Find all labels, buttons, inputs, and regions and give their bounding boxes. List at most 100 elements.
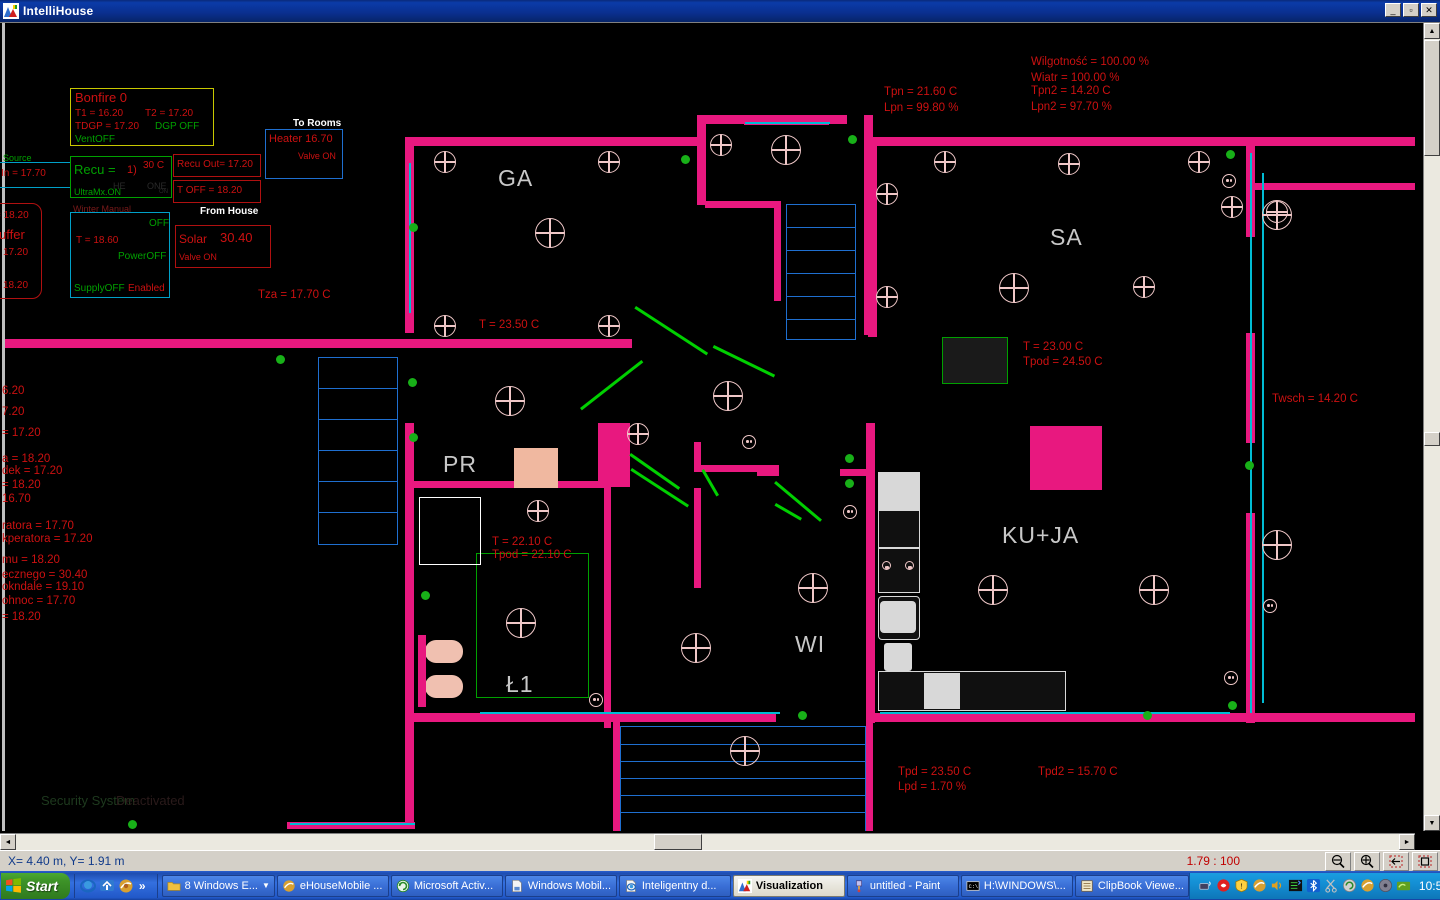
sensor-dot-4 — [276, 355, 285, 364]
task-label: Microsoft Activ... — [414, 880, 493, 892]
scroll-split-button[interactable] — [1424, 432, 1440, 446]
vertical-scroll-thumb[interactable] — [1424, 40, 1440, 156]
wall-pr-bottom — [414, 481, 604, 488]
bonfire-t2: T2 = 17.20 — [145, 108, 193, 119]
internet-explorer-icon[interactable] — [80, 878, 96, 894]
task-label: Inteligentny d... — [642, 880, 717, 892]
minimize-button[interactable]: _ — [1385, 3, 1401, 17]
lamp-right-4 — [1262, 530, 1292, 560]
task-button-windows-mobile[interactable]: Windows Mobil... — [505, 875, 617, 897]
chevron-down-icon[interactable]: ▼ — [262, 881, 270, 890]
ehouse-icon[interactable] — [1252, 878, 1267, 893]
to-rooms-caption: To Rooms — [293, 118, 341, 129]
scroll-left-button[interactable]: ◄ — [0, 834, 16, 850]
lamp-ga-3 — [434, 315, 456, 337]
task-button-visualization[interactable]: Visualization — [733, 875, 845, 897]
solar-valve: Valve ON — [179, 252, 217, 262]
horizontal-scrollbar[interactable]: ◄ ► — [0, 833, 1415, 850]
close-button[interactable]: ✕ — [1421, 3, 1437, 17]
task-button-clipbook-viewer[interactable]: ClipBook Viewe... — [1075, 875, 1189, 897]
task-label: untitled - Paint — [870, 880, 940, 892]
reading-wilgotnosc: Wilgotność = 100.00 % — [1031, 56, 1149, 68]
room-label-l1: Ł1 — [506, 671, 534, 698]
wall-bottom-right — [866, 713, 1415, 722]
bonfire-vent: VentOFF — [75, 134, 115, 145]
reading-l1-tpod: Tpod = 22.10 C — [492, 549, 572, 561]
system-clock[interactable]: 10:50 — [1419, 879, 1440, 893]
room-label-ga: GA — [498, 165, 533, 192]
ehouse2-icon[interactable] — [1360, 878, 1375, 893]
show-desktop-icon[interactable] — [99, 878, 115, 894]
lamp-pr-4 — [527, 500, 549, 522]
left-overflow-1: 7.20 — [2, 406, 24, 418]
panel-source[interactable]: In = 17.70 — [0, 162, 71, 188]
horizontal-scroll-thumb[interactable] — [654, 834, 702, 850]
wall-bottom-stairs-r — [866, 722, 873, 831]
lamp-bottom-1 — [730, 736, 760, 766]
title-bar[interactable]: IntelliHouse _ ▫ ✕ — [0, 0, 1440, 22]
task-button-console[interactable]: C:\ H:\WINDOWS\... — [961, 875, 1073, 897]
panel-recu[interactable]: Recu = 1) 30 C HE ONE UltraMx.ON ON — [70, 156, 172, 198]
wall-wi-right — [757, 469, 779, 476]
furniture-kitchen-2 — [878, 510, 920, 548]
disc-icon[interactable] — [1378, 878, 1393, 893]
task-button-ehousemobile[interactable]: eHouseMobile ... — [277, 875, 389, 897]
start-button[interactable]: Start — [1, 873, 70, 899]
task-button-paint[interactable]: untitled - Paint — [847, 875, 959, 897]
task-button-inteligentny-dom[interactable]: Inteligentny d... — [619, 875, 731, 897]
maximize-button[interactable]: ▫ — [1403, 3, 1419, 17]
sync-icon[interactable] — [1342, 878, 1357, 893]
task-button-activesync[interactable]: Microsoft Activ... — [391, 875, 503, 897]
ehouse-icon[interactable] — [118, 878, 134, 894]
bluetooth-icon[interactable] — [1306, 878, 1321, 893]
floorplan-canvas[interactable]: GA SA PR KU+JA WI Ł1 Tpn = 21.60 C Lpn =… — [0, 23, 1415, 831]
sensor-dot-11 — [798, 711, 807, 720]
recu-out-value: Recu Out= 17.20 — [177, 159, 253, 170]
sensor-dot-12 — [1143, 711, 1152, 720]
fit-width-button[interactable] — [1383, 852, 1409, 871]
reading-lpn2: Lpn2 = 97.70 % — [1031, 101, 1112, 113]
fit-page-button[interactable] — [1412, 852, 1438, 871]
scroll-down-button[interactable]: ▼ — [1424, 815, 1440, 831]
lamp-ku-2 — [1139, 575, 1169, 605]
door-swing-3 — [580, 360, 643, 410]
folder-icon — [167, 879, 181, 893]
network-icon[interactable] — [1198, 878, 1213, 893]
antivirus-icon[interactable] — [1216, 878, 1231, 893]
zoom-out-button[interactable] — [1325, 852, 1351, 871]
task-button-windows-explorer[interactable]: 8 Windows E... ▼ — [162, 875, 275, 897]
nvidia-icon[interactable] — [1396, 878, 1411, 893]
wall-right-top-stub — [1255, 183, 1415, 190]
lamp-sa-2 — [934, 151, 956, 173]
panel-buffer[interactable]: = 18.20 uffer 17.20 18.20 — [0, 203, 42, 299]
left-overflow-3: a = 18.20 — [2, 453, 50, 465]
quicklaunch-overflow[interactable]: » — [139, 879, 146, 893]
bluetooth-stack-icon[interactable] — [1288, 878, 1303, 893]
document-icon — [510, 879, 524, 893]
furniture-green-rect — [942, 337, 1008, 384]
scroll-up-button[interactable]: ▲ — [1424, 23, 1440, 39]
svg-text:C:\: C:\ — [969, 883, 978, 889]
reading-tpd2: Tpd2 = 15.70 C — [1038, 766, 1118, 778]
window-controls: _ ▫ ✕ — [1385, 3, 1437, 17]
lamp-ga-1 — [434, 151, 456, 173]
zoom-in-button[interactable] — [1354, 852, 1380, 871]
sensor-dot-3 — [1226, 150, 1235, 159]
vertical-scrollbar[interactable]: ▲ ▼ — [1423, 23, 1440, 831]
panel-heater[interactable]: Heater 16.70 Valve ON — [265, 129, 343, 179]
furniture-bath-1 — [425, 640, 463, 663]
shield-icon[interactable]: ! — [1234, 878, 1249, 893]
panel-solar[interactable]: Solar 30.40 Valve ON — [175, 225, 271, 268]
sensor-dot-14 — [128, 820, 137, 829]
panel-boiler[interactable]: OFF T = 18.60 PowerOFF SupplyOFF Enabled — [70, 212, 170, 298]
cyan-line-top — [745, 122, 830, 124]
left-overflow-7: ratora = 17.70 — [2, 520, 74, 532]
panel-toff[interactable]: T OFF = 18.20 — [173, 180, 261, 203]
snip-icon[interactable] — [1324, 878, 1339, 893]
panel-bonfire[interactable]: Bonfire 0 T1 = 16.20 T2 = 17.20 TDGP = 1… — [70, 88, 214, 146]
cyan-line-right2 — [1262, 173, 1264, 703]
scroll-right-button[interactable]: ► — [1399, 834, 1415, 850]
volume-icon[interactable] — [1270, 878, 1285, 893]
panel-recu-out[interactable]: Recu Out= 17.20 — [173, 154, 261, 177]
canvas-frame: GA SA PR KU+JA WI Ł1 Tpn = 21.60 C Lpn =… — [0, 22, 1440, 850]
